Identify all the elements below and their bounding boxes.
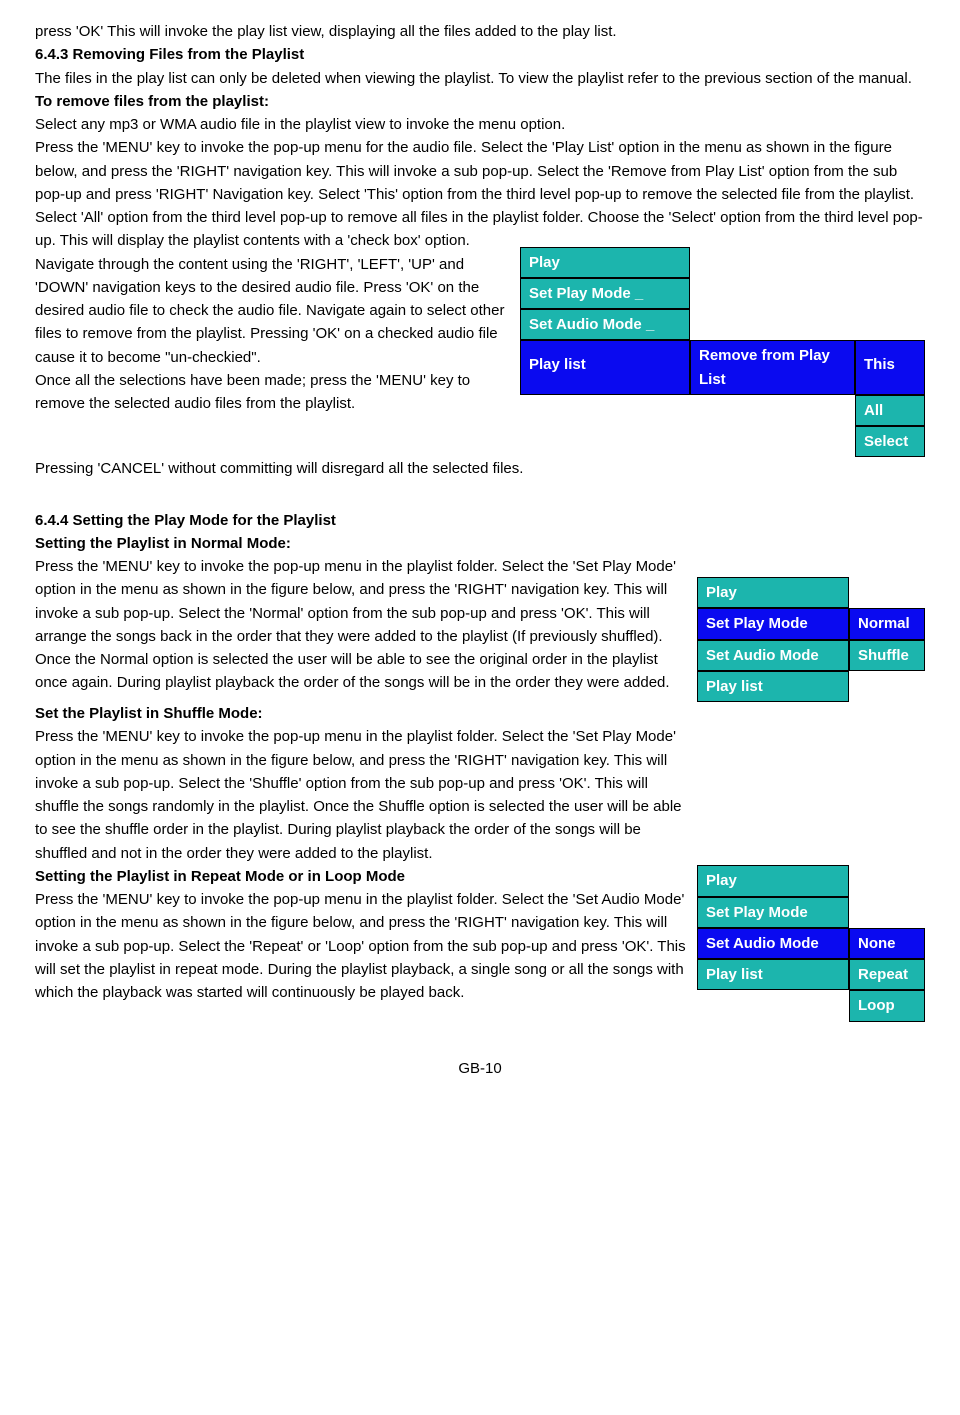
menu1-playlist: Play list <box>520 340 690 395</box>
menu3-play: Play <box>697 865 849 896</box>
p-643-3: Press the 'MENU' key to invoke the pop-u… <box>35 136 925 252</box>
menu3-repeat: Repeat <box>849 959 925 990</box>
menu3-playlist: Play list <box>697 959 849 990</box>
p-643-6: Pressing 'CANCEL' without committing wil… <box>35 457 925 480</box>
menu3-none: None <box>849 928 925 959</box>
menu3-loop: Loop <box>849 990 925 1021</box>
p-644-2: Press the 'MENU' key to invoke the pop-u… <box>35 725 925 865</box>
heading-644: 6.4.4 Setting the Play Mode for the Play… <box>35 509 925 532</box>
menu-setplaymode: Play Set Play Mode Normal Set Audio Mode… <box>697 577 925 702</box>
sub-643-1: To remove files from the playlist: <box>35 90 925 113</box>
menu1-this: This <box>855 340 925 395</box>
sub-644-2: Set the Playlist in Shuffle Mode: <box>35 702 925 725</box>
intro-line: press 'OK' This will invoke the play lis… <box>35 20 925 43</box>
menu1-all: All <box>855 395 925 426</box>
menu2-playlist: Play list <box>697 671 849 702</box>
menu-setaudiomode: Play Set Play Mode Set Audio Mode None P… <box>697 865 925 1021</box>
heading-643: 6.4.3 Removing Files from the Playlist <box>35 43 925 66</box>
p-643-2: Select any mp3 or WMA audio file in the … <box>35 113 925 136</box>
menu2-normal: Normal <box>849 608 925 639</box>
sub-644-1: Setting the Playlist in Normal Mode: <box>35 532 925 555</box>
menu1-play: Play <box>520 247 690 278</box>
menu2-setaudiomode: Set Audio Mode <box>697 640 849 671</box>
menu2-shuffle: Shuffle <box>849 640 925 671</box>
menu1-setplaymode: Set Play Mode _ <box>520 278 690 309</box>
menu-remove-playlist: Play Set Play Mode _ Set Audio Mode _ Pl… <box>520 247 925 458</box>
menu2-setplaymode: Set Play Mode <box>697 608 849 639</box>
menu1-setaudiomode: Set Audio Mode _ <box>520 309 690 340</box>
menu2-play: Play <box>697 577 849 608</box>
page-number: GB-10 <box>35 1057 925 1080</box>
p-643-1: The files in the play list can only be d… <box>35 67 925 90</box>
menu1-select: Select <box>855 426 925 457</box>
menu3-setaudiomode: Set Audio Mode <box>697 928 849 959</box>
menu1-remove: Remove from Play List <box>690 340 855 395</box>
menu3-setplaymode: Set Play Mode <box>697 897 849 928</box>
